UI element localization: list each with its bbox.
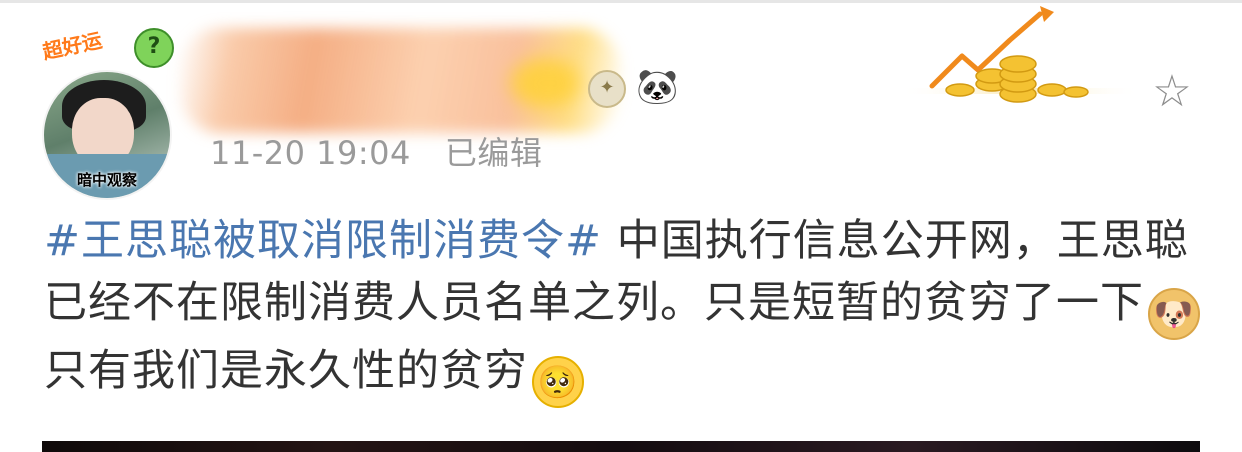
doge-emoji-icon: 🐶: [1148, 288, 1200, 340]
user-avatar[interactable]: 暗中观察 超好运 ?: [38, 28, 188, 200]
avatar-image[interactable]: 暗中观察: [42, 70, 172, 200]
avatar-caption: 暗中观察: [76, 171, 137, 189]
rank-badge-icon: ✦: [588, 70, 626, 108]
growth-coins-decoration: [900, 6, 1140, 103]
top-divider: [0, 0, 1242, 3]
username-redacted[interactable]: [180, 28, 620, 133]
avatar-sticker-text: 超好运: [40, 27, 105, 64]
favorite-star-icon[interactable]: ☆: [1148, 68, 1196, 116]
post-meta: 11-20 19:04 已编辑: [210, 128, 542, 174]
post-image-preview[interactable]: [42, 441, 1200, 452]
panda-icon: 🐼: [636, 67, 679, 107]
post-timestamp: 11-20 19:04: [210, 134, 411, 172]
sad-emoji-icon: 🥺: [532, 356, 584, 408]
post-body: #王思聪被取消限制消费令# 中国执行信息公开网，王思聪已经不在限制消费人员名单之…: [44, 210, 1204, 408]
edited-label[interactable]: 已编辑: [445, 134, 543, 172]
avatar-badge-icon: ?: [134, 28, 174, 68]
post-text-2: 只有我们是永久性的贫穷: [44, 346, 528, 396]
post-hashtag[interactable]: #王思聪被取消限制消费令#: [44, 216, 602, 266]
